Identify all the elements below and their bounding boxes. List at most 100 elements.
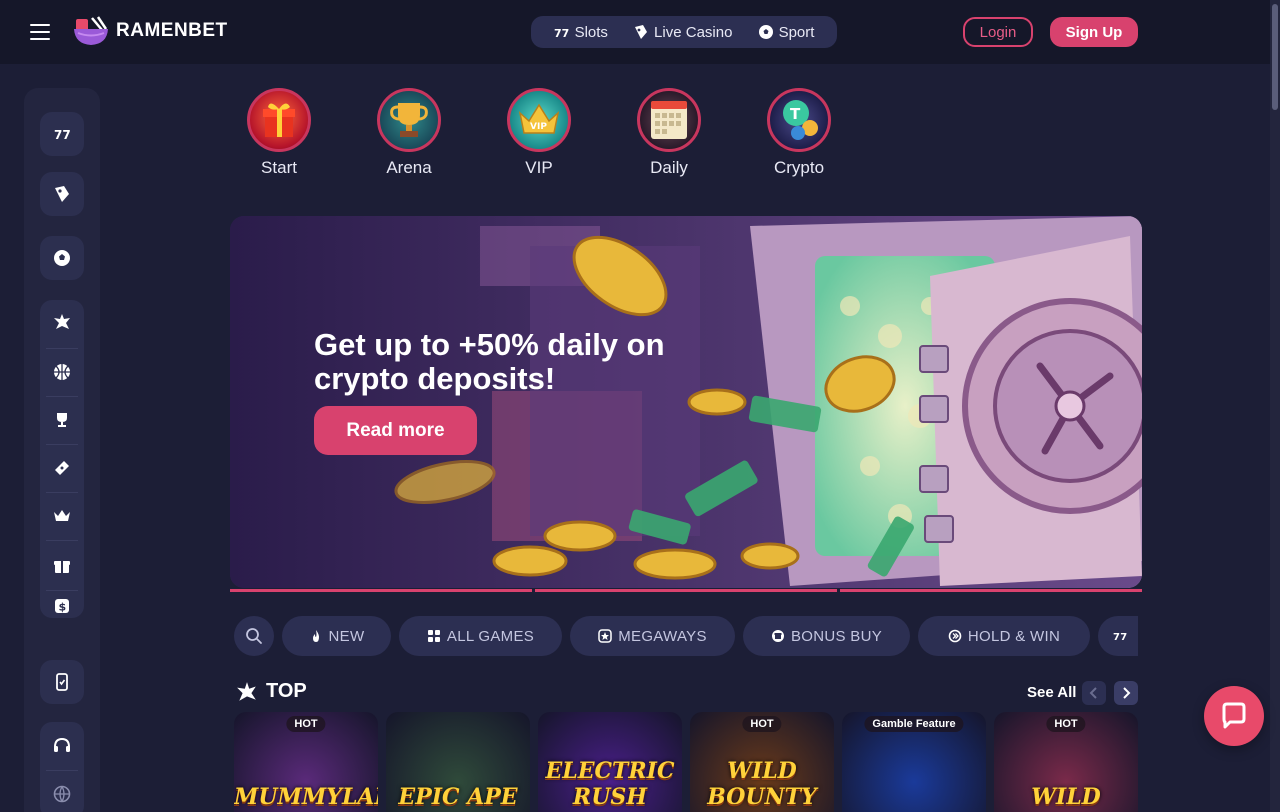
quick-category-arena[interactable]: Arena: [376, 88, 442, 178]
promo-banner[interactable]: Get up to +50% daily on crypto deposits!…: [230, 216, 1142, 588]
star-badge-icon: [598, 629, 612, 643]
vip-crown-icon: VIP: [507, 88, 571, 152]
game-tile[interactable]: HOT WILD BOUNTY: [690, 712, 834, 812]
topnav-slots[interactable]: 77 Slots: [554, 24, 608, 41]
top-section-title: TOP: [236, 680, 307, 703]
live-chat-button[interactable]: [1204, 686, 1264, 746]
carousel-next-button[interactable]: [1114, 681, 1138, 705]
banner-slide-indicator-3[interactable]: [840, 589, 1142, 592]
sidebar-tournaments[interactable]: [40, 398, 84, 442]
filter-label: HOLD & WIN: [967, 627, 1061, 645]
ramen-bowl-icon: [74, 16, 108, 45]
sidebar-separator: [46, 396, 78, 397]
sidebar-live-casino[interactable]: [40, 172, 84, 216]
calendar-icon: [637, 88, 701, 152]
ticket-icon: [55, 461, 69, 475]
sidebar-separator: [46, 444, 78, 445]
grid-icon: [427, 630, 440, 642]
quick-category-daily[interactable]: Daily: [636, 88, 702, 178]
quick-category-label: Arena: [386, 158, 432, 177]
chat-bubble-icon: [1222, 702, 1246, 729]
see-all-link[interactable]: See All: [1027, 684, 1076, 701]
quick-category-label: Crypto: [773, 158, 825, 177]
svg-text:$: $: [59, 601, 67, 614]
topnav-sport[interactable]: Sport: [758, 23, 815, 41]
game-title: WILD: [1031, 784, 1101, 810]
globe-icon: [53, 785, 71, 803]
sidebar-category-group: $: [40, 300, 84, 618]
filter-all-games[interactable]: ALL GAMES: [399, 616, 562, 656]
hold-win-icon: [948, 629, 962, 643]
filter-label: ALL GAMES: [446, 627, 535, 645]
filter-megaways[interactable]: MEGAWAYS: [570, 616, 735, 656]
slots-icon: 77: [554, 27, 569, 40]
sidebar-separator: [46, 348, 78, 349]
sidebar-slots[interactable]: 77: [40, 112, 84, 156]
game-tile[interactable]: HOT MUMMYLAND: [234, 712, 378, 812]
carousel-prev-button[interactable]: [1082, 681, 1106, 705]
crown-icon: [54, 510, 70, 521]
filter-label: BONUS BUY: [790, 627, 883, 645]
sidebar-top[interactable]: [40, 300, 84, 344]
sidebar-cashback[interactable]: $: [40, 584, 84, 628]
svg-text:77: 77: [1113, 632, 1128, 643]
game-title: EPIC APE: [398, 784, 518, 810]
quick-category-label: Daily: [650, 158, 688, 177]
burst-star-icon: [54, 314, 70, 329]
filter-new[interactable]: NEW: [282, 616, 391, 656]
game-badge: Gamble Feature: [864, 716, 964, 732]
svg-text:VIP: VIP: [530, 122, 547, 132]
sidebar-language[interactable]: [40, 772, 84, 812]
banner-slide-indicator-2[interactable]: [535, 589, 837, 592]
sidebar-help-group: [40, 722, 84, 812]
search-icon: [246, 628, 262, 644]
filter-slots-partial[interactable]: 77: [1098, 616, 1138, 656]
sidebar-promotions[interactable]: [40, 544, 84, 588]
topnav-live-casino[interactable]: Live Casino: [633, 24, 732, 41]
game-badge: HOT: [286, 716, 326, 732]
banner-title: Get up to +50% daily on crypto deposits!: [314, 327, 665, 396]
menu-burger-icon[interactable]: [30, 24, 50, 40]
quick-category-crypto[interactable]: T Crypto: [766, 88, 832, 178]
filter-hold-and-win[interactable]: HOLD & WIN: [918, 616, 1090, 656]
sidebar-sports-games[interactable]: [40, 350, 84, 394]
filter-label: NEW: [328, 627, 365, 645]
slots-icon: 77: [1113, 632, 1128, 643]
login-button[interactable]: Login: [963, 17, 1033, 47]
filter-bonus-buy[interactable]: BONUS BUY: [743, 616, 910, 656]
filter-label: MEGAWAYS: [618, 627, 707, 645]
sidebar-vip[interactable]: [40, 494, 84, 538]
chevron-left-icon: [1089, 687, 1097, 699]
sidebar-separator: [46, 770, 78, 771]
left-sidebar: 77 $: [24, 88, 100, 812]
sidebar-support[interactable]: [40, 724, 84, 768]
game-search-button[interactable]: [234, 616, 274, 656]
sidebar-sport[interactable]: [40, 236, 84, 280]
sidebar-separator: [46, 540, 78, 541]
game-tile[interactable]: EPIC APE: [386, 712, 530, 812]
sidebar-lottery[interactable]: [40, 446, 84, 490]
brand-logo[interactable]: RAMENBET: [72, 16, 228, 46]
top-nav: 77 Slots Live Casino Sport: [531, 16, 837, 48]
game-tile[interactable]: HOT WILD: [994, 712, 1138, 812]
sidebar-mobile-app[interactable]: [40, 660, 84, 704]
phone-icon: [56, 673, 68, 691]
live-casino-icon: [55, 186, 69, 202]
game-tile[interactable]: ELECTRIC RUSH: [538, 712, 682, 812]
banner-slide-indicator-1[interactable]: [230, 589, 532, 592]
slots-icon: 77: [54, 128, 71, 142]
scrollbar-thumb[interactable]: [1272, 4, 1278, 110]
topnav-sport-label: Sport: [778, 23, 815, 41]
quick-category-vip[interactable]: VIP VIP: [506, 88, 572, 178]
crypto-coins-icon: T: [767, 88, 831, 152]
trophy-icon: [377, 88, 441, 152]
read-more-button[interactable]: Read more: [314, 406, 477, 455]
game-badge: HOT: [1046, 716, 1086, 732]
trophy-icon: [57, 413, 67, 427]
game-tile[interactable]: Gamble Feature: [842, 712, 986, 812]
page-scrollbar[interactable]: [1270, 0, 1280, 812]
signup-button[interactable]: Sign Up: [1050, 17, 1138, 47]
svg-text:T: T: [790, 105, 801, 123]
quick-category-start[interactable]: Start: [246, 88, 312, 178]
quick-category-label: Start: [261, 158, 297, 177]
